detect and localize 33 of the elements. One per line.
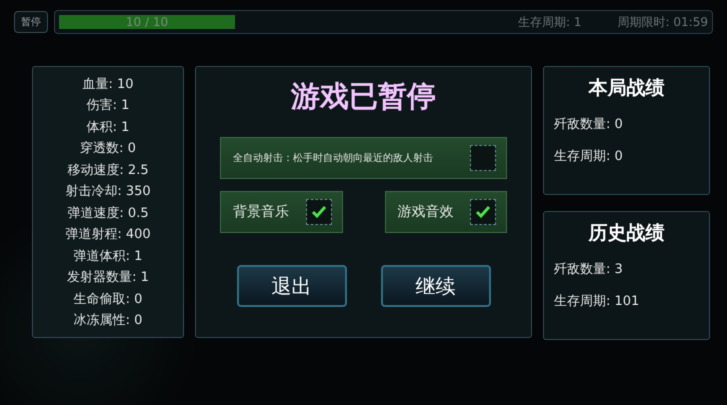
exit-button[interactable]: 退出	[236, 265, 346, 307]
cycle-time-text: 周期限时: 01:59	[618, 14, 708, 30]
stat-text: 发射器数量: 1	[67, 269, 149, 286]
stat-text: 冰冻属性: 0	[74, 312, 142, 329]
record-text: 生存周期: 101	[554, 293, 640, 310]
stat-text: 穿透数: 0	[80, 140, 136, 158]
option-label: 全自动射击：松手时自动朝向最近的敌人射击	[233, 152, 433, 165]
stat-text: 血量: 10	[82, 76, 134, 93]
stat-text: 体积: 1	[86, 118, 130, 136]
checkbox[interactable]	[470, 199, 496, 225]
health-text: 10 / 10	[124, 15, 170, 29]
checkbox[interactable]	[306, 199, 332, 225]
dialog-title: 游戏已暂停	[291, 78, 436, 115]
stat-text: 弹道射程: 400	[65, 226, 151, 244]
stat-text: 射击冷却: 350	[65, 183, 151, 200]
check-icon	[475, 205, 491, 219]
record-text: 生存周期: 0	[554, 148, 624, 165]
record-title: 历史战绩	[587, 221, 666, 246]
record-title: 本局战绩	[587, 76, 666, 101]
checkbox[interactable]	[470, 145, 496, 171]
continue-button[interactable]: 继续	[380, 265, 490, 307]
record-text: 歼敌数量: 3	[554, 261, 624, 278]
stat-text: 移动速度: 2.5	[67, 162, 149, 179]
stat-text: 弹道速度: 0.5	[67, 204, 149, 222]
option-label: 背景音乐	[233, 203, 289, 221]
pause-button[interactable]: 暂停	[14, 11, 48, 33]
record-text: 歼敌数量: 0	[554, 116, 624, 133]
option-label: 游戏音效	[398, 203, 454, 221]
stat-text: 弹道体积: 1	[74, 248, 142, 265]
check-icon	[310, 205, 326, 219]
survival-cycle-text: 生存周期: 1	[518, 14, 582, 30]
stat-text: 生命偷取: 0	[74, 290, 142, 308]
stat-text: 伤害: 1	[86, 97, 130, 114]
